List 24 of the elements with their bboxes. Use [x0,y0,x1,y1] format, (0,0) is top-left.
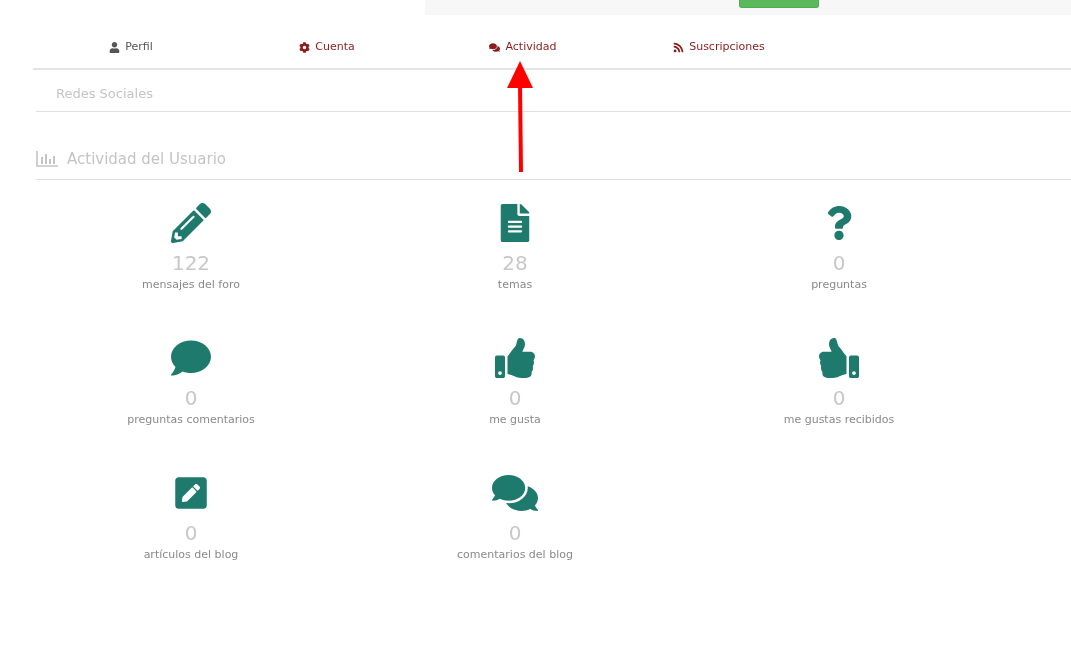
rss-icon [673,42,685,53]
speech-bubble-icon [171,338,211,378]
stat-label: me gustas recibidos [783,413,895,426]
gear-icon [299,42,311,53]
stat-label: me gusta [489,413,541,426]
profile-tab[interactable]: Suscripciones [621,40,817,68]
thumbs-up-icon [819,338,859,378]
stat-label: mensajes del foro [142,278,240,291]
section-title: Redes Sociales [56,86,153,101]
chat-bubbles-icon [489,42,501,53]
section-title: Actividad del Usuario [67,150,227,168]
action-button[interactable] [739,0,819,8]
profile-tab[interactable]: Perfil [33,40,229,68]
user-icon [109,42,121,53]
bar-chart-icon [36,151,58,167]
profile-tab[interactable]: Cuenta [229,40,425,68]
stat-label: temas [497,278,533,291]
stat-label: preguntas [811,278,867,291]
pencil-icon [171,203,211,243]
profile-tab[interactable]: Actividad [425,40,621,68]
stat-label: comentarios del blog [457,548,573,561]
stat-label: artículos del blog [143,548,239,561]
stat-label: preguntas comentarios [127,413,255,426]
thumbs-up-icon [495,338,535,378]
